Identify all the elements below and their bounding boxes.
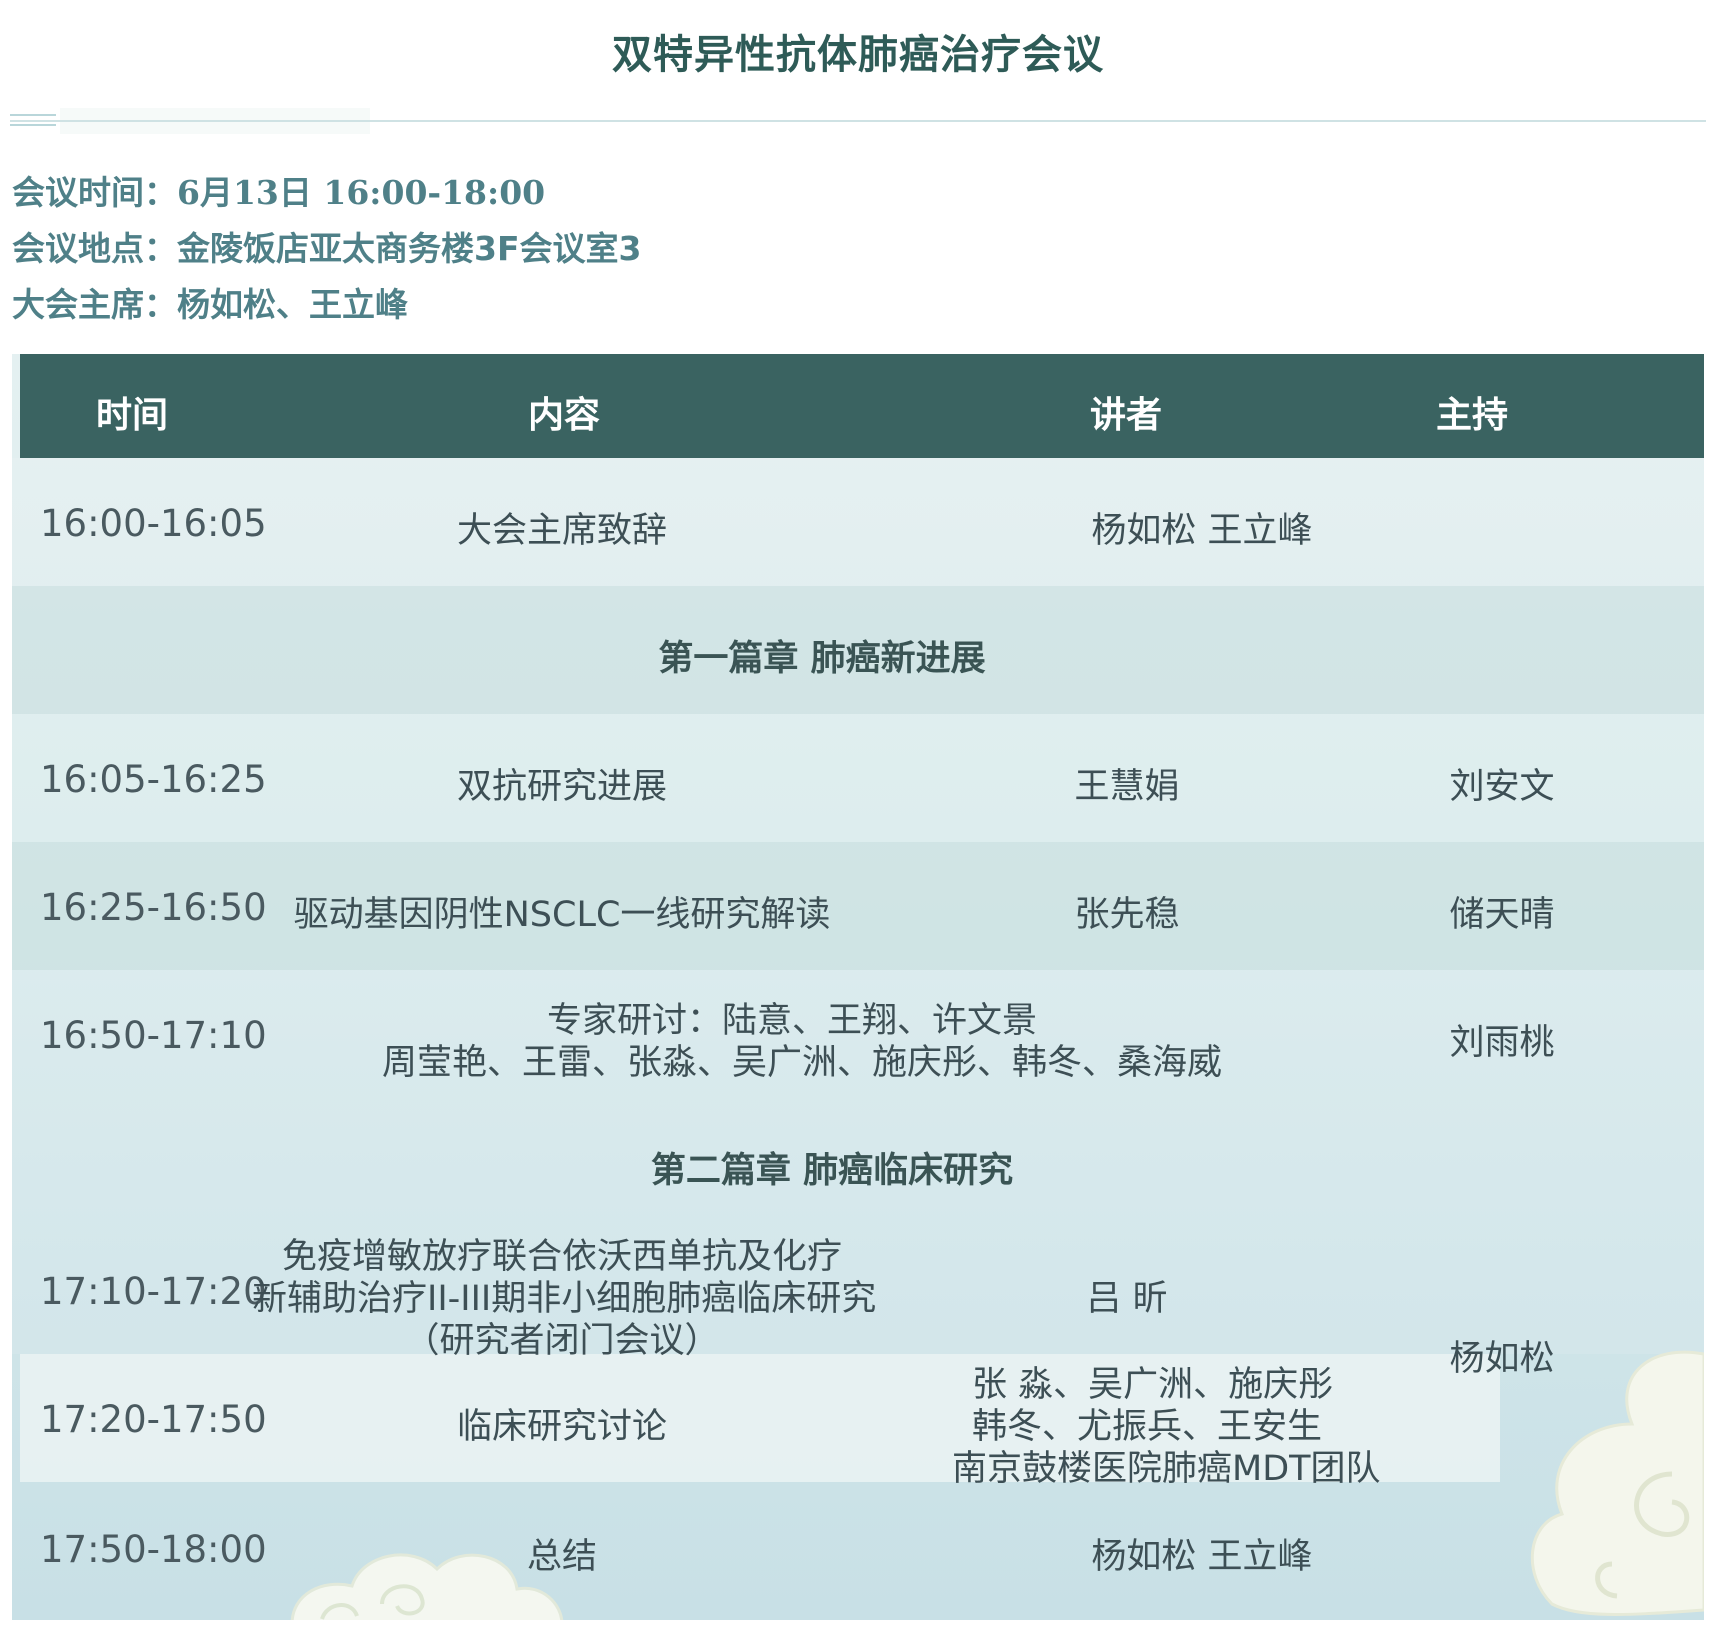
row-host: 刘安文 [1449,767,1555,807]
meeting-location-label: 会议地点： [12,229,177,268]
row-content: 双抗研究进展 [456,767,667,807]
row-host: 储天晴 [1449,895,1555,935]
row-speaker: 王慧娟 [1074,767,1180,807]
row-time: 16:05-16:25 [40,758,267,801]
row-content: 临床研究讨论 [456,1407,667,1447]
row-time: 16:25-16:50 [40,886,267,929]
divider-accent-line [10,114,56,116]
meeting-time-value: 6月13日 16:00-18:00 [177,173,546,212]
page-title: 双特异性抗体肺癌治疗会议 [612,32,1104,78]
row-content-line: （研究者闭门会议） [404,1321,720,1361]
row-speaker: 张先稳 [1074,895,1180,935]
header-host: 主持 [1436,395,1509,436]
meeting-time: 会议时间：6月13日 16:00-18:00 [12,166,545,214]
row-speaker: 杨如松 王立峰 [1091,1537,1313,1577]
row-time: 16:00-16:05 [40,502,267,545]
meeting-chair-value: 杨如松、王立峰 [177,285,408,324]
row-speaker: 杨如松 王立峰 [1091,511,1313,551]
row-speaker-line: 南京鼓楼医院肺癌MDT团队 [952,1449,1381,1489]
header-time: 时间 [96,395,169,436]
row-host: 杨如松 [1449,1339,1555,1379]
row-content: 大会主席致辞 [456,511,667,551]
table-header: 时间 内容 讲者 主持 [20,354,1704,458]
meeting-location: 会议地点：金陵饭店亚太商务楼3F会议室3 [12,222,641,270]
header-speaker: 讲者 [1090,395,1163,436]
meeting-location-value: 金陵饭店亚太商务楼3F会议室3 [177,229,642,268]
row-content-line: 周莹艳、王雷、张淼、吴广洲、施庆彤、韩冬、桑海威 [381,1043,1222,1083]
meeting-chair: 大会主席：杨如松、王立峰 [12,278,408,326]
agenda-table: 时间 内容 讲者 主持 16:00-16:05 大会主席致辞 杨如松 王立峰 第… [12,354,1704,1620]
meeting-time-label: 会议时间： [12,173,177,212]
row-time: 17:10-17:20 [40,1270,267,1313]
chapter-title: 第二篇章 肺癌临床研究 [650,1151,1014,1191]
row-content: 总结 [526,1537,597,1577]
header-content: 内容 [528,395,601,436]
row-speaker: 吕 昕 [1086,1279,1168,1319]
row-time: 17:50-18:00 [40,1528,267,1571]
row-time: 17:20-17:50 [40,1398,267,1441]
row-host: 刘雨桃 [1449,1023,1555,1063]
divider-accent-line [10,124,56,126]
row-content: 驱动基因阴性NSCLC一线研究解读 [293,895,831,935]
row-time: 16:50-17:10 [40,1014,267,1057]
meeting-chair-label: 大会主席： [12,285,177,324]
chapter-title: 第一篇章 肺癌新进展 [658,639,986,679]
title-divider [10,120,1706,122]
